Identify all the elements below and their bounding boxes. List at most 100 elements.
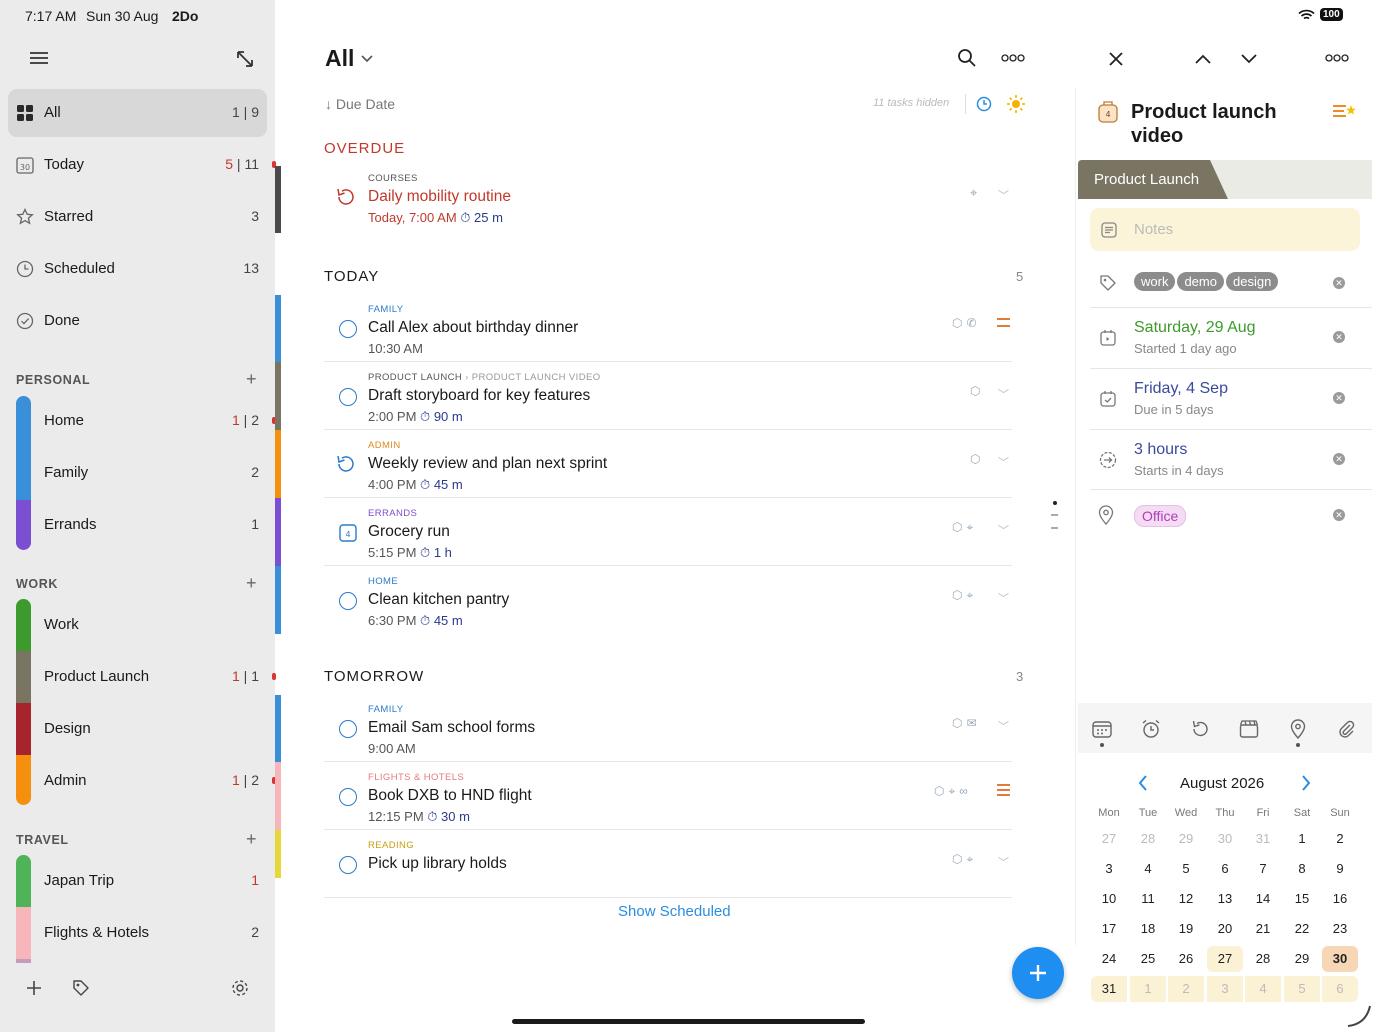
calendar-day[interactable]: 5 xyxy=(1168,856,1204,882)
add-list-work-icon[interactable]: + xyxy=(246,573,257,594)
sidebar-item-japan-trip[interactable]: Japan Trip 1 xyxy=(8,857,267,905)
task-row[interactable]: FAMILY Call Alex about birthday dinner 1… xyxy=(324,294,1012,362)
notes-field[interactable]: Notes xyxy=(1090,208,1360,251)
next-month-icon[interactable] xyxy=(1295,772,1317,794)
calendar-day[interactable]: 8 xyxy=(1284,856,1320,882)
clock-filter-icon[interactable] xyxy=(973,93,995,115)
sidebar-item-today[interactable]: 30 Today 5 | 11 xyxy=(8,141,267,189)
calendar-day[interactable]: 30 xyxy=(1207,826,1243,852)
chevron-down-icon[interactable] xyxy=(356,48,378,70)
sidebar-item-family[interactable]: Family 2 xyxy=(8,449,267,497)
calendar-day[interactable]: 30 xyxy=(1322,946,1358,972)
calendar-day[interactable]: 3 xyxy=(1207,976,1243,1002)
calendar-day[interactable]: 25 xyxy=(1130,946,1166,972)
calendar-day[interactable]: 29 xyxy=(1168,826,1204,852)
calendar-day[interactable]: 10 xyxy=(1091,886,1127,912)
tag-icon[interactable] xyxy=(70,977,92,999)
clear-duration-icon[interactable]: ✕ xyxy=(1333,453,1345,465)
calendar-day[interactable]: 23 xyxy=(1322,916,1358,942)
chevron-up-icon[interactable] xyxy=(1192,48,1214,70)
calendar-day[interactable]: 22 xyxy=(1284,916,1320,942)
chevron-down-icon[interactable]: ﹀ xyxy=(998,522,1009,538)
sidebar-item-errands[interactable]: Errands 1 xyxy=(8,501,267,549)
clear-tags-icon[interactable]: ✕ xyxy=(1333,277,1345,289)
search-icon[interactable] xyxy=(956,47,978,69)
calendar-day[interactable]: 1 xyxy=(1284,826,1320,852)
calendar-day[interactable]: 24 xyxy=(1091,946,1127,972)
repeat-icon[interactable] xyxy=(1189,718,1211,740)
checkbox[interactable] xyxy=(339,856,357,874)
sidebar-item-all[interactable]: All 1 | 9 xyxy=(8,89,267,137)
sort-control[interactable]: ↓ Due Date xyxy=(325,96,395,112)
tags-row[interactable]: work demo design xyxy=(1090,258,1372,308)
tag-chip[interactable]: work xyxy=(1134,272,1176,291)
task-row[interactable]: READING Pick up library holds ⬡ ⌖ ﹀ xyxy=(324,830,1012,898)
calendar-day[interactable]: 14 xyxy=(1245,886,1281,912)
checkbox[interactable] xyxy=(339,720,357,738)
add-list-personal-icon[interactable]: + xyxy=(246,369,257,390)
clear-due-icon[interactable]: ✕ xyxy=(1333,392,1345,404)
calendar-day[interactable]: 28 xyxy=(1130,826,1166,852)
calendar-day[interactable]: 13 xyxy=(1207,886,1243,912)
sidebar-item-starred[interactable]: Starred 3 xyxy=(8,193,267,241)
more-options-icon[interactable] xyxy=(1324,47,1350,69)
calendar-day[interactable]: 11 xyxy=(1130,886,1166,912)
checkbox[interactable] xyxy=(339,788,357,806)
chevron-down-icon[interactable]: ﹀ xyxy=(998,590,1009,606)
calendar-day[interactable]: 27 xyxy=(1207,946,1243,972)
calendar-day[interactable]: 17 xyxy=(1091,916,1127,942)
sun-icon[interactable] xyxy=(1005,93,1027,115)
calendar-day[interactable]: 15 xyxy=(1284,886,1320,912)
list-title[interactable]: All xyxy=(325,45,354,72)
chevron-down-icon[interactable] xyxy=(1238,48,1260,70)
add-task-button[interactable] xyxy=(1012,947,1064,999)
calendar-day[interactable]: 9 xyxy=(1322,856,1358,882)
location-icon[interactable] xyxy=(1287,718,1309,740)
show-scheduled-button[interactable]: Show Scheduled xyxy=(618,903,731,920)
close-icon[interactable] xyxy=(1105,48,1127,70)
task-row[interactable]: FAMILY Email Sam school forms 9:00 AM ⬡ ✉… xyxy=(324,694,1012,762)
priority-star-icon[interactable] xyxy=(1331,101,1357,123)
calendar-day[interactable]: 2 xyxy=(1168,976,1204,1002)
chevron-down-icon[interactable]: ﹀ xyxy=(998,718,1009,734)
calendar-day[interactable]: 6 xyxy=(1207,856,1243,882)
location-chip[interactable]: Office xyxy=(1134,505,1187,527)
calendar-day[interactable]: 29 xyxy=(1284,946,1320,972)
settings-gear-icon[interactable] xyxy=(229,977,251,999)
calendar-day[interactable]: 12 xyxy=(1168,886,1204,912)
calendar-badge-icon[interactable]: 4 xyxy=(337,522,359,544)
task-row[interactable]: HOME Clean kitchen pantry 6:30 PM ⏱ 45 m… xyxy=(324,566,1012,634)
calendar-day[interactable]: 20 xyxy=(1207,916,1243,942)
calendar-day[interactable]: 31 xyxy=(1245,826,1281,852)
repeat-icon[interactable] xyxy=(335,453,357,475)
calendar-grid-icon[interactable] xyxy=(1091,718,1113,740)
calendar-day[interactable]: 5 xyxy=(1284,976,1320,1002)
task-row[interactable]: FLIGHTS & HOTELS Book DXB to HND flight … xyxy=(324,762,1012,830)
more-options-icon[interactable] xyxy=(1000,47,1026,69)
calendar-day[interactable]: 21 xyxy=(1245,916,1281,942)
calendar-day[interactable]: 18 xyxy=(1130,916,1166,942)
calendar-day[interactable]: 7 xyxy=(1245,856,1281,882)
resize-handle-icon[interactable] xyxy=(1346,1002,1372,1028)
chevron-down-icon[interactable]: ﹀ xyxy=(998,854,1009,870)
sidebar-item-done[interactable]: Done xyxy=(8,297,267,345)
task-row[interactable]: ADMIN Weekly review and plan next sprint… xyxy=(324,430,1012,498)
task-row[interactable]: 4 ERRANDS Grocery run 5:15 PM ⏱ 1 h ⬡ ⌖ ﹀ xyxy=(324,498,1012,566)
calendar-day[interactable]: 26 xyxy=(1168,946,1204,972)
calendar-day[interactable]: 16 xyxy=(1322,886,1358,912)
sidebar-item-work[interactable]: Work xyxy=(8,601,267,649)
due-date-row[interactable]: Friday, 4 Sep Due in 5 days xyxy=(1090,369,1372,430)
tag-chip[interactable]: demo xyxy=(1177,272,1224,291)
sidebar-item-design[interactable]: Design xyxy=(8,705,267,753)
sidebar-item-admin[interactable]: Admin 1 | 2 xyxy=(8,757,267,805)
calendar-day[interactable]: 27 xyxy=(1091,826,1127,852)
checkbox[interactable] xyxy=(339,388,357,406)
calendar-day[interactable]: 28 xyxy=(1245,946,1281,972)
chevron-down-icon[interactable]: ﹀ xyxy=(998,454,1009,470)
checkbox[interactable] xyxy=(339,320,357,338)
hamburger-icon[interactable] xyxy=(28,47,50,69)
tag-chip[interactable]: design xyxy=(1225,272,1279,291)
chevron-down-icon[interactable]: ﹀ xyxy=(998,187,1009,203)
clear-location-icon[interactable]: ✕ xyxy=(1333,509,1345,521)
calendar-day[interactable]: 2 xyxy=(1322,826,1358,852)
